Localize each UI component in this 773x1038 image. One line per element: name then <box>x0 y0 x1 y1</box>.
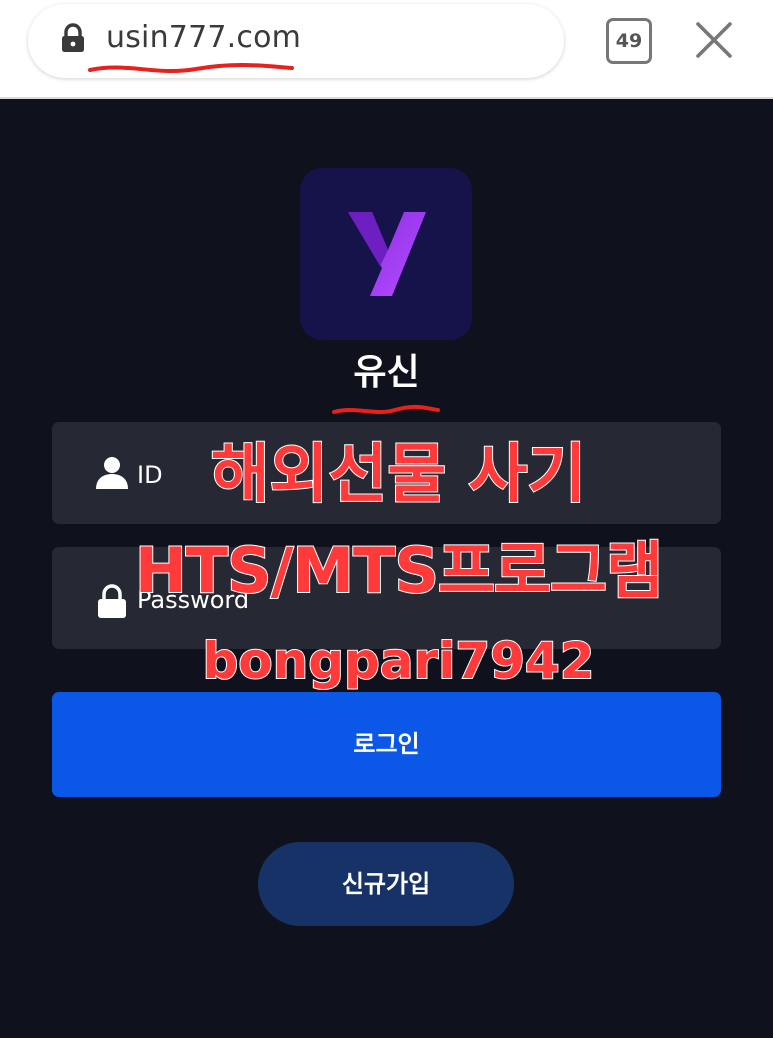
overlay-text-line3: bongpari7942 <box>201 631 595 691</box>
url-text[interactable]: usin777.com <box>106 16 301 60</box>
y-logo-icon <box>348 212 426 296</box>
app-name: 유신 <box>353 352 420 393</box>
login-button[interactable]: 로그인 <box>52 692 721 797</box>
lock-icon <box>62 23 84 52</box>
app-logo <box>300 168 472 340</box>
browser-toolbar: usin777.com 49 <box>0 0 773 99</box>
name-underline-mark <box>332 404 440 414</box>
overlay-text-line2: HTS/MTS프로그램 <box>134 533 664 608</box>
signup-button[interactable]: 신규가입 <box>258 842 514 926</box>
overlay-text-line1: 해외선물 사기 <box>210 437 588 513</box>
close-icon[interactable] <box>694 20 734 60</box>
url-underline-mark <box>88 63 294 73</box>
tab-count-button[interactable]: 49 <box>606 18 652 64</box>
